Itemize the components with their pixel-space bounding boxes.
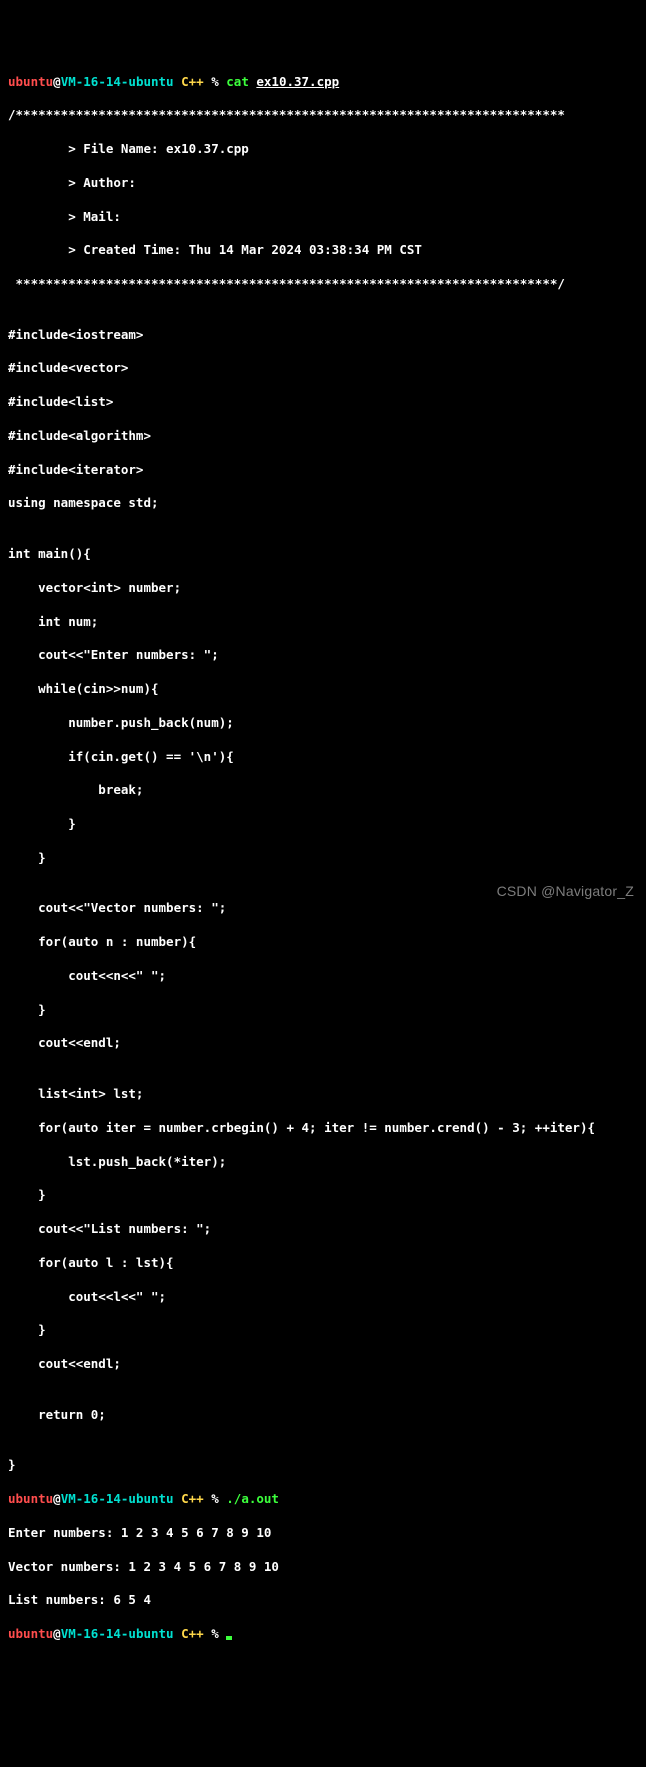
code-output-line: cout<<endl; (8, 1356, 638, 1373)
code-output-line: /***************************************… (8, 107, 638, 124)
cmd-cat: cat (226, 74, 256, 89)
code-output-line: } (8, 816, 638, 833)
file-arg: ex10.37.cpp (256, 74, 339, 89)
code-output-line: cout<<"List numbers: "; (8, 1221, 638, 1238)
code-output-line: #include<list> (8, 394, 638, 411)
code-output-line: ****************************************… (8, 276, 638, 293)
dir: C++ (174, 74, 204, 89)
prompt-line-1[interactable]: ubuntu@VM-16-14-ubuntu C++ % cat ex10.37… (8, 74, 638, 91)
pct: % (204, 1626, 227, 1641)
prompt-line-2[interactable]: ubuntu@VM-16-14-ubuntu C++ % ./a.out (8, 1491, 638, 1508)
code-output-line: vector<int> number; (8, 580, 638, 597)
program-output-line: Vector numbers: 1 2 3 4 5 6 7 8 9 10 (8, 1559, 638, 1576)
code-output-line: cout<<"Enter numbers: "; (8, 647, 638, 664)
code-output-line: return 0; (8, 1407, 638, 1424)
host: VM-16-14-ubuntu (61, 74, 174, 89)
code-output-line: for(auto n : number){ (8, 934, 638, 951)
code-output-line: list<int> lst; (8, 1086, 638, 1103)
code-output-line: #include<vector> (8, 360, 638, 377)
code-output-line: > Mail: (8, 209, 638, 226)
cmd-run: ./a.out (226, 1491, 279, 1506)
code-output-line: cout<<"Vector numbers: "; (8, 900, 638, 917)
code-output-line: cout<<endl; (8, 1035, 638, 1052)
pct: % (204, 74, 227, 89)
code-output-line: > Author: (8, 175, 638, 192)
code-output-line: } (8, 850, 638, 867)
code-output-line: #include<algorithm> (8, 428, 638, 445)
code-output-line: } (8, 1322, 638, 1339)
code-output-line: while(cin>>num){ (8, 681, 638, 698)
host: VM-16-14-ubuntu (61, 1626, 174, 1641)
at: @ (53, 1626, 61, 1641)
code-output-line: lst.push_back(*iter); (8, 1154, 638, 1171)
code-output-line: cout<<l<<" "; (8, 1289, 638, 1306)
code-output-line: int num; (8, 614, 638, 631)
dir: C++ (174, 1491, 204, 1506)
user: ubuntu (8, 1491, 53, 1506)
program-output-line: Enter numbers: 1 2 3 4 5 6 7 8 9 10 (8, 1525, 638, 1542)
code-output-line: int main(){ (8, 546, 638, 563)
dir: C++ (174, 1626, 204, 1641)
cursor-icon (226, 1636, 232, 1640)
watermark: CSDN @Navigator_Z (497, 882, 634, 901)
code-output-line: using namespace std; (8, 495, 638, 512)
code-output-line: if(cin.get() == '\n'){ (8, 749, 638, 766)
code-output-line: } (8, 1187, 638, 1204)
user: ubuntu (8, 1626, 53, 1641)
program-output-line: List numbers: 6 5 4 (8, 1592, 638, 1609)
code-output-line: for(auto iter = number.crbegin() + 4; it… (8, 1120, 638, 1137)
code-output-line: } (8, 1457, 638, 1474)
code-output-line: break; (8, 782, 638, 799)
code-output-line: cout<<n<<" "; (8, 968, 638, 985)
code-output-line: number.push_back(num); (8, 715, 638, 732)
code-output-line: } (8, 1002, 638, 1019)
prompt-line-3[interactable]: ubuntu@VM-16-14-ubuntu C++ % (8, 1626, 638, 1643)
code-output-line: #include<iterator> (8, 462, 638, 479)
code-output-line: for(auto l : lst){ (8, 1255, 638, 1272)
code-output-line: > File Name: ex10.37.cpp (8, 141, 638, 158)
code-output-line: > Created Time: Thu 14 Mar 2024 03:38:34… (8, 242, 638, 259)
pct: % (204, 1491, 227, 1506)
user: ubuntu (8, 74, 53, 89)
host: VM-16-14-ubuntu (61, 1491, 174, 1506)
at: @ (53, 1491, 61, 1506)
code-output-line: #include<iostream> (8, 327, 638, 344)
at: @ (53, 74, 61, 89)
